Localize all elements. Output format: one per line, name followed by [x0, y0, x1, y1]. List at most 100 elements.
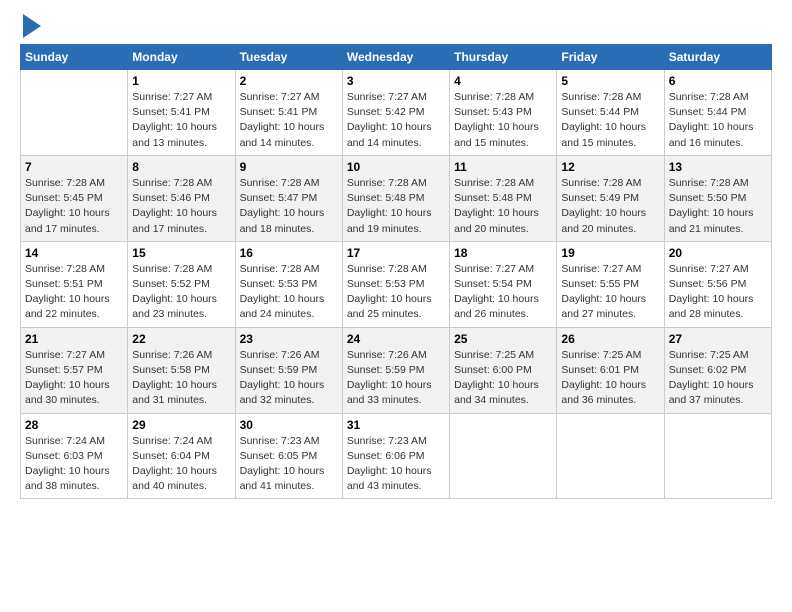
day-number: 22 [132, 332, 230, 346]
day-detail: Sunrise: 7:28 AM Sunset: 5:44 PM Dayligh… [669, 90, 767, 151]
calendar-cell: 16 Sunrise: 7:28 AM Sunset: 5:53 PM Dayli… [235, 241, 342, 327]
calendar-cell: 2 Sunrise: 7:27 AM Sunset: 5:41 PM Daylig… [235, 70, 342, 156]
day-detail: Sunrise: 7:27 AM Sunset: 5:54 PM Dayligh… [454, 262, 552, 323]
day-detail: Sunrise: 7:23 AM Sunset: 6:05 PM Dayligh… [240, 434, 338, 495]
day-detail: Sunrise: 7:27 AM Sunset: 5:42 PM Dayligh… [347, 90, 445, 151]
day-detail: Sunrise: 7:28 AM Sunset: 5:44 PM Dayligh… [561, 90, 659, 151]
day-detail: Sunrise: 7:27 AM Sunset: 5:56 PM Dayligh… [669, 262, 767, 323]
day-detail: Sunrise: 7:27 AM Sunset: 5:41 PM Dayligh… [132, 90, 230, 151]
calendar-cell: 25Sunrise: 7:25 AM Sunset: 6:00 PM Dayli… [450, 327, 557, 413]
calendar-cell: 10 Sunrise: 7:28 AM Sunset: 5:48 PM Dayli… [342, 155, 449, 241]
col-header-thursday: Thursday [450, 45, 557, 70]
calendar-cell: 24 Sunrise: 7:26 AM Sunset: 5:59 PM Dayli… [342, 327, 449, 413]
day-number: 29 [132, 418, 230, 432]
day-number: 30 [240, 418, 338, 432]
day-detail: Sunrise: 7:27 AM Sunset: 5:41 PM Dayligh… [240, 90, 338, 151]
calendar-cell: 30 Sunrise: 7:23 AM Sunset: 6:05 PM Dayli… [235, 413, 342, 499]
col-header-wednesday: Wednesday [342, 45, 449, 70]
day-detail: Sunrise: 7:28 AM Sunset: 5:45 PM Dayligh… [25, 176, 123, 237]
day-detail: Sunrise: 7:28 AM Sunset: 5:48 PM Dayligh… [454, 176, 552, 237]
day-detail: Sunrise: 7:27 AM Sunset: 5:57 PM Dayligh… [25, 348, 123, 409]
day-number: 15 [132, 246, 230, 260]
day-number: 3 [347, 74, 445, 88]
day-number: 7 [25, 160, 123, 174]
day-detail: Sunrise: 7:28 AM Sunset: 5:47 PM Dayligh… [240, 176, 338, 237]
calendar-cell [21, 70, 128, 156]
calendar-cell: 7 Sunrise: 7:28 AM Sunset: 5:45 PM Daylig… [21, 155, 128, 241]
week-row-5: 28Sunrise: 7:24 AM Sunset: 6:03 PM Dayli… [21, 413, 772, 499]
day-number: 2 [240, 74, 338, 88]
day-detail: Sunrise: 7:28 AM Sunset: 5:50 PM Dayligh… [669, 176, 767, 237]
day-detail: Sunrise: 7:25 AM Sunset: 6:02 PM Dayligh… [669, 348, 767, 409]
col-header-tuesday: Tuesday [235, 45, 342, 70]
day-detail: Sunrise: 7:25 AM Sunset: 6:01 PM Dayligh… [561, 348, 659, 409]
logo-arrow-icon [23, 14, 41, 38]
page: SundayMondayTuesdayWednesdayThursdayFrid… [0, 0, 792, 509]
calendar-cell: 5 Sunrise: 7:28 AM Sunset: 5:44 PM Daylig… [557, 70, 664, 156]
day-detail: Sunrise: 7:28 AM Sunset: 5:48 PM Dayligh… [347, 176, 445, 237]
day-number: 18 [454, 246, 552, 260]
calendar-cell: 14Sunrise: 7:28 AM Sunset: 5:51 PM Dayli… [21, 241, 128, 327]
col-header-sunday: Sunday [21, 45, 128, 70]
day-number: 20 [669, 246, 767, 260]
calendar-cell: 13 Sunrise: 7:28 AM Sunset: 5:50 PM Dayli… [664, 155, 771, 241]
day-detail: Sunrise: 7:24 AM Sunset: 6:04 PM Dayligh… [132, 434, 230, 495]
day-number: 31 [347, 418, 445, 432]
calendar-cell [450, 413, 557, 499]
calendar-cell: 22 Sunrise: 7:26 AM Sunset: 5:58 PM Dayli… [128, 327, 235, 413]
day-detail: Sunrise: 7:26 AM Sunset: 5:59 PM Dayligh… [347, 348, 445, 409]
calendar-cell: 29 Sunrise: 7:24 AM Sunset: 6:04 PM Dayli… [128, 413, 235, 499]
calendar-cell: 11 Sunrise: 7:28 AM Sunset: 5:48 PM Dayli… [450, 155, 557, 241]
day-detail: Sunrise: 7:28 AM Sunset: 5:43 PM Dayligh… [454, 90, 552, 151]
calendar-cell: 28Sunrise: 7:24 AM Sunset: 6:03 PM Dayli… [21, 413, 128, 499]
calendar-cell: 23Sunrise: 7:26 AM Sunset: 5:59 PM Dayli… [235, 327, 342, 413]
day-number: 4 [454, 74, 552, 88]
calendar-cell: 17 Sunrise: 7:28 AM Sunset: 5:53 PM Dayli… [342, 241, 449, 327]
logo [20, 16, 41, 34]
calendar-cell: 26 Sunrise: 7:25 AM Sunset: 6:01 PM Dayli… [557, 327, 664, 413]
week-row-4: 21 Sunrise: 7:27 AM Sunset: 5:57 PM Dayli… [21, 327, 772, 413]
calendar-cell: 15 Sunrise: 7:28 AM Sunset: 5:52 PM Dayli… [128, 241, 235, 327]
calendar-cell: 1Sunrise: 7:27 AM Sunset: 5:41 PM Daylig… [128, 70, 235, 156]
day-number: 19 [561, 246, 659, 260]
day-number: 17 [347, 246, 445, 260]
day-number: 12 [561, 160, 659, 174]
day-number: 11 [454, 160, 552, 174]
calendar-cell: 18 Sunrise: 7:27 AM Sunset: 5:54 PM Dayli… [450, 241, 557, 327]
calendar-cell: 3 Sunrise: 7:27 AM Sunset: 5:42 PM Daylig… [342, 70, 449, 156]
week-row-2: 7 Sunrise: 7:28 AM Sunset: 5:45 PM Daylig… [21, 155, 772, 241]
day-number: 8 [132, 160, 230, 174]
calendar-cell: 31Sunrise: 7:23 AM Sunset: 6:06 PM Dayli… [342, 413, 449, 499]
day-detail: Sunrise: 7:28 AM Sunset: 5:49 PM Dayligh… [561, 176, 659, 237]
calendar-table: SundayMondayTuesdayWednesdayThursdayFrid… [20, 44, 772, 499]
calendar-cell: 19 Sunrise: 7:27 AM Sunset: 5:55 PM Dayli… [557, 241, 664, 327]
day-detail: Sunrise: 7:28 AM Sunset: 5:53 PM Dayligh… [240, 262, 338, 323]
calendar-cell: 21 Sunrise: 7:27 AM Sunset: 5:57 PM Dayli… [21, 327, 128, 413]
header [20, 16, 772, 34]
day-number: 27 [669, 332, 767, 346]
day-detail: Sunrise: 7:26 AM Sunset: 5:58 PM Dayligh… [132, 348, 230, 409]
day-number: 5 [561, 74, 659, 88]
day-number: 9 [240, 160, 338, 174]
calendar-cell [664, 413, 771, 499]
day-number: 10 [347, 160, 445, 174]
calendar-cell: 20 Sunrise: 7:27 AM Sunset: 5:56 PM Dayli… [664, 241, 771, 327]
day-detail: Sunrise: 7:27 AM Sunset: 5:55 PM Dayligh… [561, 262, 659, 323]
col-header-monday: Monday [128, 45, 235, 70]
day-number: 24 [347, 332, 445, 346]
calendar-cell [557, 413, 664, 499]
calendar-cell: 8Sunrise: 7:28 AM Sunset: 5:46 PM Daylig… [128, 155, 235, 241]
day-detail: Sunrise: 7:28 AM Sunset: 5:53 PM Dayligh… [347, 262, 445, 323]
day-number: 21 [25, 332, 123, 346]
day-detail: Sunrise: 7:26 AM Sunset: 5:59 PM Dayligh… [240, 348, 338, 409]
day-detail: Sunrise: 7:25 AM Sunset: 6:00 PM Dayligh… [454, 348, 552, 409]
day-detail: Sunrise: 7:28 AM Sunset: 5:52 PM Dayligh… [132, 262, 230, 323]
day-number: 26 [561, 332, 659, 346]
day-number: 28 [25, 418, 123, 432]
calendar-cell: 12 Sunrise: 7:28 AM Sunset: 5:49 PM Dayli… [557, 155, 664, 241]
calendar-cell: 6Sunrise: 7:28 AM Sunset: 5:44 PM Daylig… [664, 70, 771, 156]
week-row-1: 1Sunrise: 7:27 AM Sunset: 5:41 PM Daylig… [21, 70, 772, 156]
col-header-saturday: Saturday [664, 45, 771, 70]
day-number: 13 [669, 160, 767, 174]
day-number: 16 [240, 246, 338, 260]
